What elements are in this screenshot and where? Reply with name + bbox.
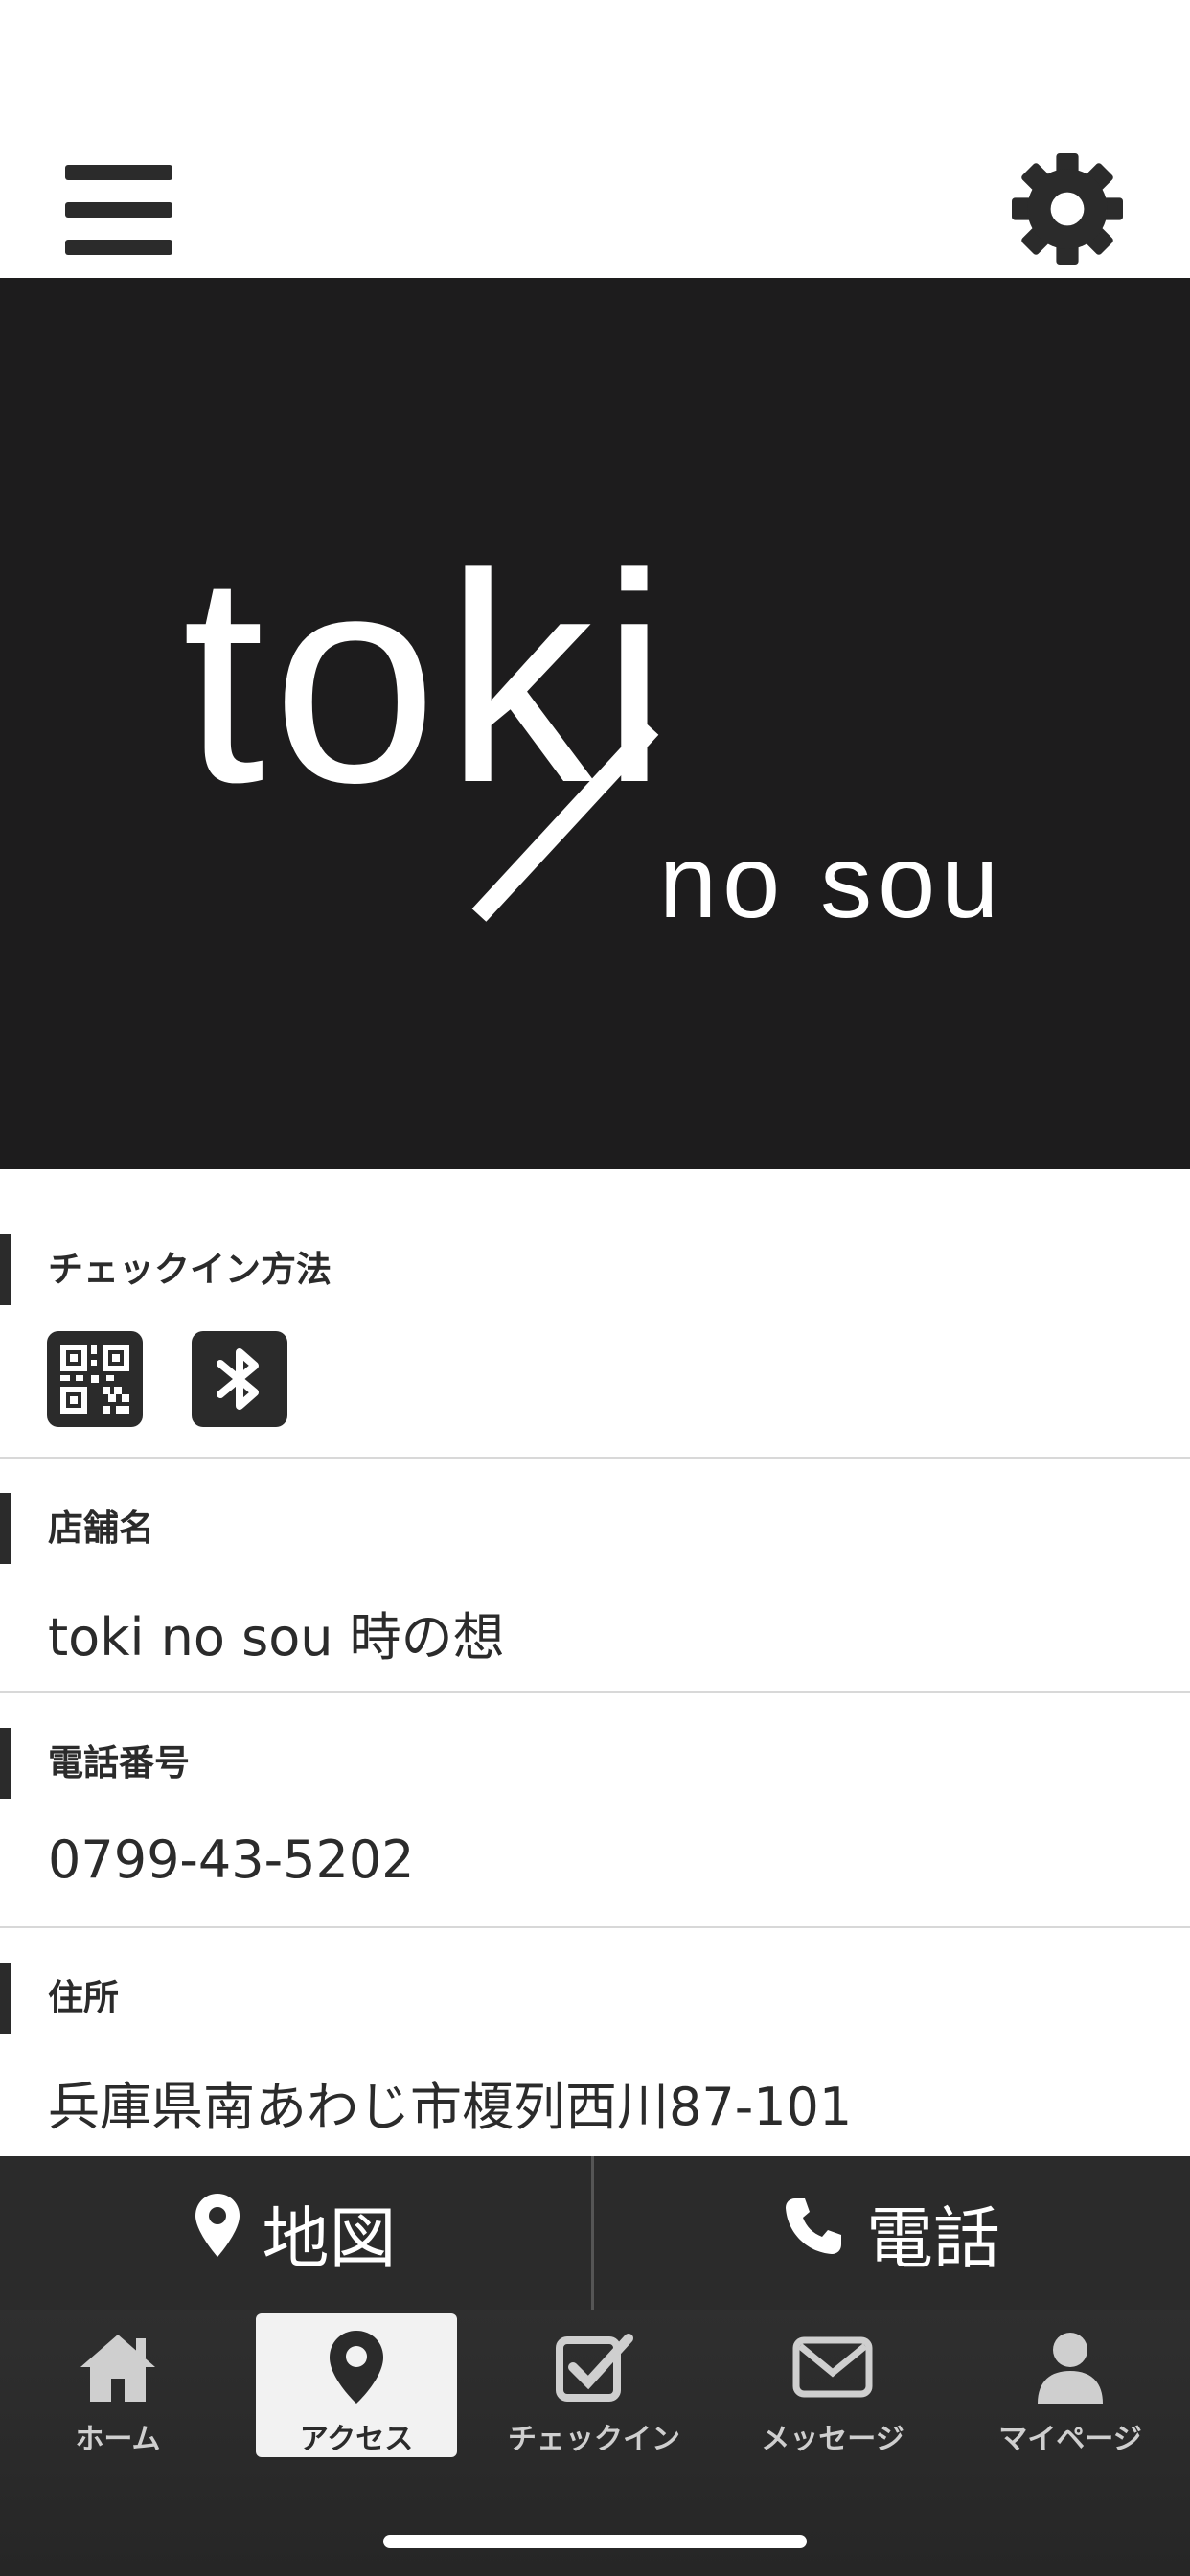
checkbox-icon: [493, 2329, 695, 2405]
phone-section: 電話番号 0799-43-5202: [0, 1693, 1190, 1929]
address-title: 住所: [48, 1977, 119, 2018]
address-value: 兵庫県南あわじ市榎列西川87-101: [48, 2077, 853, 2137]
status-bar: [0, 0, 1190, 144]
bluetooth-icon: [192, 1331, 287, 1427]
tab-mypage[interactable]: マイページ: [970, 2313, 1171, 2457]
tab-checkin-label: チェックイン: [508, 2423, 680, 2456]
call-button-label: 電話: [866, 2198, 1000, 2278]
tab-message-label: メッセージ: [761, 2423, 904, 2456]
hamburger-menu-icon[interactable]: [65, 165, 172, 255]
gear-icon[interactable]: [1012, 153, 1123, 264]
logo-sub-text: no sou: [659, 823, 1004, 939]
checkin-method-section: チェックイン方法: [0, 1169, 1190, 1460]
store-name-title: 店舗名: [48, 1507, 154, 1549]
tab-access-label: アクセス: [299, 2423, 414, 2456]
home-indicator[interactable]: [383, 2535, 807, 2548]
checkin-method-title: チェックイン方法: [48, 1249, 332, 1290]
store-logo-banner: toki no sou: [0, 278, 1190, 1169]
envelope-icon: [732, 2329, 933, 2405]
map-button[interactable]: 地図: [0, 2156, 591, 2310]
call-button[interactable]: 電話: [594, 2156, 1190, 2310]
address-section: 住所 兵庫県南あわじ市榎列西川87-101: [0, 1928, 1190, 2156]
tab-message[interactable]: メッセージ: [732, 2313, 933, 2457]
tab-home[interactable]: ホーム: [17, 2313, 218, 2457]
map-pin-icon: [195, 2193, 240, 2273]
action-bar: 地図 電話: [0, 2156, 1190, 2310]
map-pin-icon: [256, 2329, 457, 2405]
qr-code-icon: [47, 1331, 143, 1427]
phone-icon: [784, 2194, 843, 2272]
tab-checkin[interactable]: チェックイン: [493, 2313, 695, 2457]
tab-home-label: ホーム: [75, 2423, 161, 2456]
store-name-value: toki no sou 時の想: [48, 1607, 505, 1668]
store-name-section: 店舗名 toki no sou 時の想: [0, 1459, 1190, 1694]
phone-title: 電話番号: [48, 1742, 190, 1783]
user-icon: [970, 2329, 1171, 2405]
map-button-label: 地図: [262, 2198, 397, 2278]
home-icon: [17, 2329, 218, 2405]
phone-value[interactable]: 0799-43-5202: [48, 1829, 415, 1890]
tab-access[interactable]: アクセス: [256, 2313, 457, 2457]
tab-mypage-label: マイページ: [998, 2423, 1142, 2456]
